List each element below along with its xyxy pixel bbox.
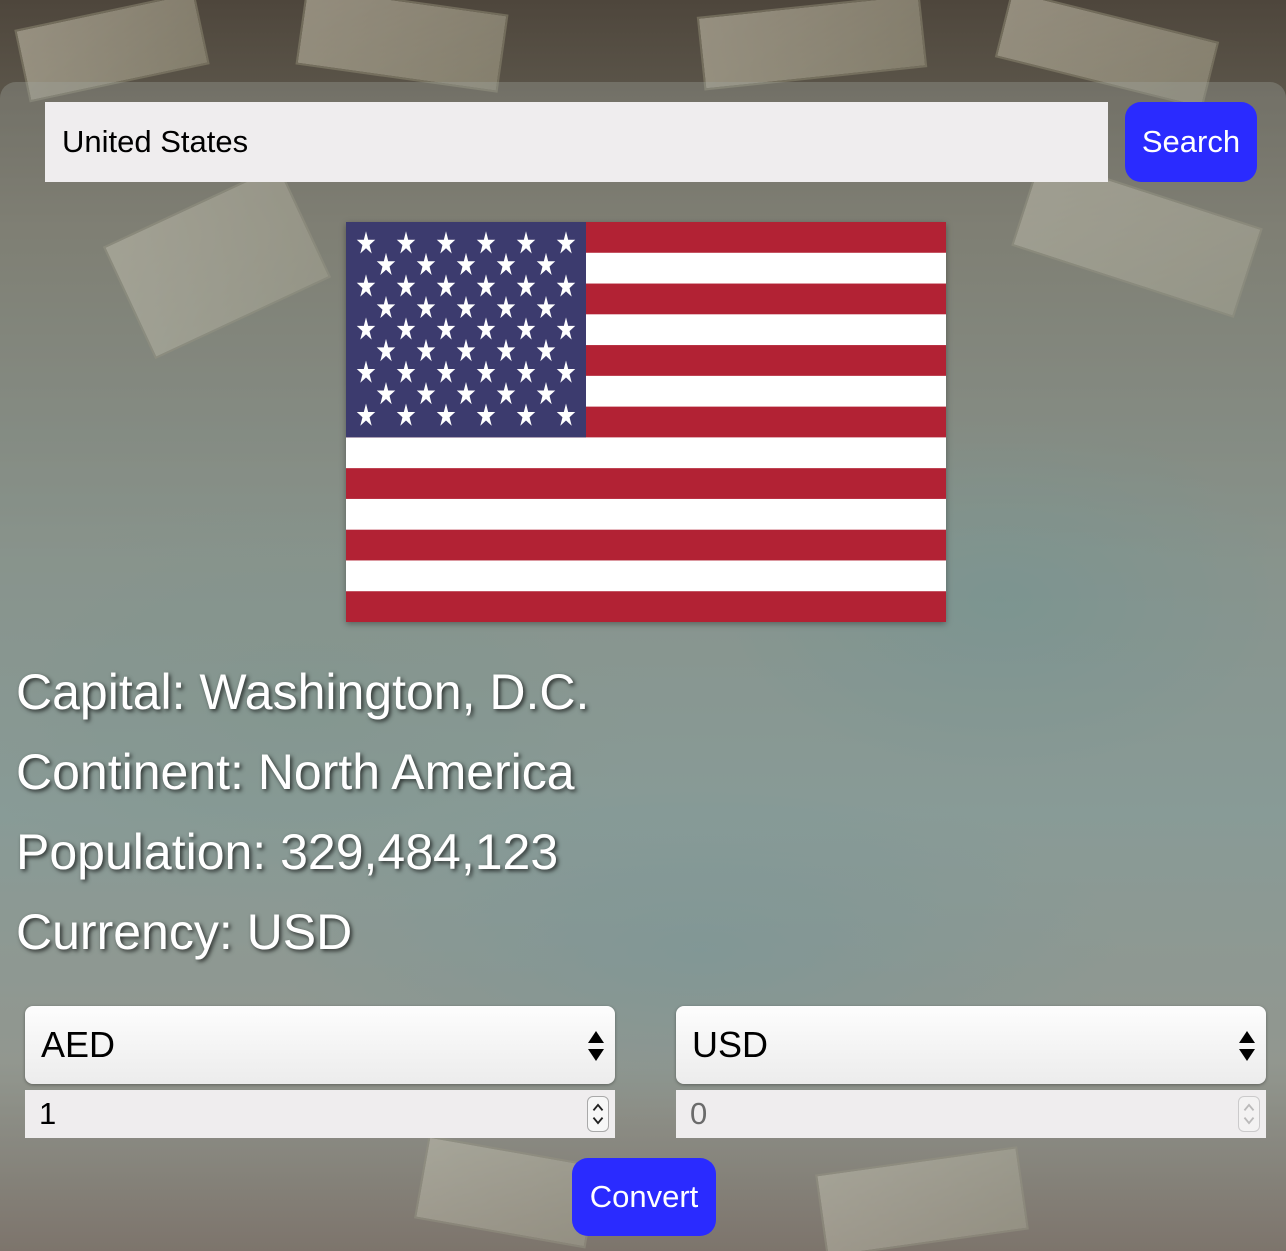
select-arrows-icon [1239, 1031, 1255, 1061]
to-amount-input[interactable]: 0 [676, 1090, 1266, 1138]
number-spinner-icon[interactable] [587, 1096, 609, 1132]
from-amount-input[interactable]: 1 [25, 1090, 615, 1138]
to-currency-select[interactable]: USD [676, 1006, 1266, 1084]
search-button[interactable]: Search [1125, 102, 1257, 182]
from-currency-select[interactable]: AED [25, 1006, 615, 1084]
to-currency-value: USD [692, 1024, 769, 1065]
select-arrows-icon [588, 1031, 604, 1061]
to-amount-value: 0 [690, 1096, 708, 1131]
search-bar: Search [45, 102, 1257, 182]
currency-text: Currency: USD [16, 904, 353, 960]
continent-text: Continent: North America [16, 744, 575, 800]
us-flag-image [346, 222, 946, 622]
capital-text: Capital: Washington, D.C. [16, 664, 590, 720]
number-spinner-icon[interactable] [1238, 1096, 1260, 1132]
from-currency-value: AED [41, 1024, 116, 1065]
country-search-input[interactable] [45, 102, 1108, 182]
convert-button[interactable]: Convert [572, 1158, 716, 1236]
from-amount-value: 1 [39, 1096, 57, 1131]
population-text: Population: 329,484,123 [16, 824, 559, 880]
